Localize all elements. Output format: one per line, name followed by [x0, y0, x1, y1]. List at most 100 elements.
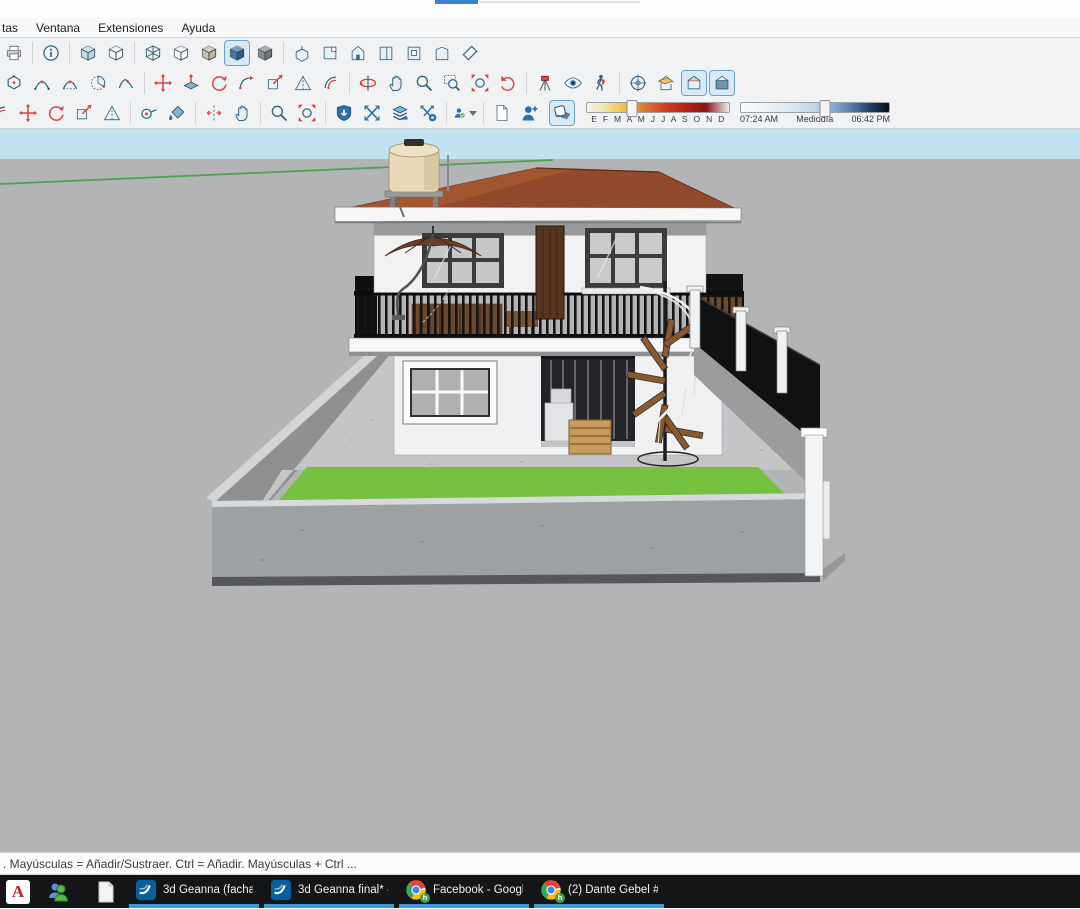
zoom-tool-button[interactable]	[411, 70, 437, 96]
display-section-fill-button[interactable]	[709, 70, 735, 96]
section-plane-tool-button[interactable]	[625, 70, 651, 96]
pie-tool-button[interactable]	[85, 70, 111, 96]
zoom-tool-large-button[interactable]	[266, 100, 292, 126]
taskbar-item-sketchup-window-1[interactable]: 3d Geanna (fachad...	[129, 875, 259, 908]
shadow-time-thumb[interactable]	[820, 100, 831, 117]
move-tool-large-button[interactable]	[15, 100, 41, 126]
polygon-tool-button[interactable]	[1, 70, 27, 96]
flip-along-tool-button[interactable]	[201, 100, 227, 126]
style-monochrome-button[interactable]	[252, 40, 278, 66]
scale-tool-button[interactable]	[262, 70, 288, 96]
position-camera-tool-button[interactable]	[532, 70, 558, 96]
zoom-window-tool-button[interactable]	[439, 70, 465, 96]
model-info-button[interactable]	[38, 40, 64, 66]
polygon-tool-icon	[4, 73, 24, 93]
previous-view-tool-button[interactable]	[495, 70, 521, 96]
walk-tool-button[interactable]	[588, 70, 614, 96]
shadow-date-track[interactable]	[586, 102, 730, 113]
soften-edges-large-button[interactable]	[99, 100, 125, 126]
soften-edges-tool-button[interactable]	[290, 70, 316, 96]
toolbar-area: E F M A M J J A S O N D 07:24 AM Mediodí…	[0, 38, 1080, 129]
taskbar-item-document[interactable]	[91, 875, 121, 908]
style-hidden-line-button[interactable]	[168, 40, 194, 66]
style-xray-button[interactable]	[75, 40, 101, 66]
perimeter-wall[interactable]	[212, 493, 820, 586]
print-button[interactable]	[1, 40, 27, 66]
arc-tool-button[interactable]	[29, 70, 55, 96]
extension-settings-button[interactable]	[415, 100, 441, 126]
display-section-cuts-button[interactable]	[681, 70, 707, 96]
view-iso-icon	[292, 43, 312, 63]
taskbar-item-people[interactable]	[43, 875, 73, 908]
pan-tool-large-icon	[232, 103, 252, 123]
taskbar-item-sketchup-window-2[interactable]: 3d Geanna final* - ...	[264, 875, 394, 908]
extension-swap-button[interactable]	[359, 100, 385, 126]
three-point-arc-tool-button[interactable]	[113, 70, 139, 96]
style-back-edges-button[interactable]	[103, 40, 129, 66]
new-document-button[interactable]	[489, 100, 515, 126]
orbit-tool-button[interactable]	[355, 70, 381, 96]
view-top-button[interactable]	[317, 40, 343, 66]
add-location-button[interactable]	[517, 100, 543, 126]
paint-bucket-tool-icon	[167, 103, 187, 123]
model-info-icon	[41, 43, 61, 63]
menu-extensiones[interactable]: Extensiones	[89, 21, 172, 35]
scale-tool-large-button[interactable]	[71, 100, 97, 126]
follow-me-tool-button[interactable]	[234, 70, 260, 96]
shadow-time-track[interactable]	[740, 102, 890, 113]
tape-measure-tool-button[interactable]	[136, 100, 162, 126]
shadow-box-icon	[552, 103, 572, 123]
display-section-planes-button[interactable]	[653, 70, 679, 96]
view-iso-button[interactable]	[289, 40, 315, 66]
viewport-3d-scene[interactable]	[0, 129, 1080, 852]
zoom-extents-tool-button[interactable]	[467, 70, 493, 96]
taskbar-item-autocad[interactable]: A	[3, 875, 33, 908]
menu-herramientas-partial[interactable]: tas	[0, 21, 27, 35]
view-back-icon	[404, 43, 424, 63]
two-point-arc-tool-button[interactable]	[57, 70, 83, 96]
view-back-button[interactable]	[401, 40, 427, 66]
account-button[interactable]	[452, 100, 478, 126]
offset-tool-clipped-button[interactable]	[0, 100, 13, 126]
push-pull-tool-button[interactable]	[178, 70, 204, 96]
upper-right-window[interactable]	[582, 228, 670, 294]
look-around-tool-button[interactable]	[560, 70, 586, 96]
view-front-button[interactable]	[345, 40, 371, 66]
menu-ayuda[interactable]: Ayuda	[172, 21, 224, 35]
house-model[interactable]	[335, 139, 749, 466]
move-tool-button[interactable]	[150, 70, 176, 96]
view-left-button[interactable]	[429, 40, 455, 66]
lower-left-window[interactable]	[403, 361, 497, 424]
zoom-tool-icon	[414, 73, 434, 93]
rotate-tool-large-button[interactable]	[43, 100, 69, 126]
shadow-time-slider[interactable]: 07:24 AM Mediodía 06:42 PM	[740, 102, 890, 124]
style-shaded-button[interactable]	[196, 40, 222, 66]
show-hide-shadows-button[interactable]	[549, 100, 575, 126]
view-right-button[interactable]	[373, 40, 399, 66]
extension-layers-button[interactable]	[387, 100, 413, 126]
shadow-date-slider[interactable]: E F M A M J J A S O N D	[586, 102, 730, 124]
shadow-date-thumb[interactable]	[627, 100, 638, 117]
display-section-fill-icon	[712, 73, 732, 93]
pan-tool-button[interactable]	[383, 70, 409, 96]
toolbar-separator	[134, 42, 135, 64]
dropdown-caret-icon[interactable]	[469, 111, 477, 116]
menu-ventana[interactable]: Ventana	[27, 21, 89, 35]
offset-tool-button[interactable]	[318, 70, 344, 96]
taskbar-item-chrome-window-2[interactable]: h(2) Dante Gebel #95...	[534, 875, 664, 908]
push-pull-tool-icon	[181, 73, 201, 93]
soften-edges-large-icon	[102, 103, 122, 123]
pan-tool-large-button[interactable]	[229, 100, 255, 126]
upper-door[interactable]	[536, 226, 564, 319]
paint-bucket-tool-button[interactable]	[164, 100, 190, 126]
zoom-extents-large-button[interactable]	[294, 100, 320, 126]
view-plan-button[interactable]	[457, 40, 483, 66]
style-shaded-textures-button[interactable]	[224, 40, 250, 66]
extension-shield-icon	[334, 103, 354, 123]
taskbar-item-chrome-window-1[interactable]: hFacebook - Google ...	[399, 875, 529, 908]
extension-layers-icon	[390, 103, 410, 123]
rotate-tool-button[interactable]	[206, 70, 232, 96]
extension-shield-button[interactable]	[331, 100, 357, 126]
style-wireframe-button[interactable]	[140, 40, 166, 66]
style-shaded-textures-icon	[227, 43, 247, 63]
